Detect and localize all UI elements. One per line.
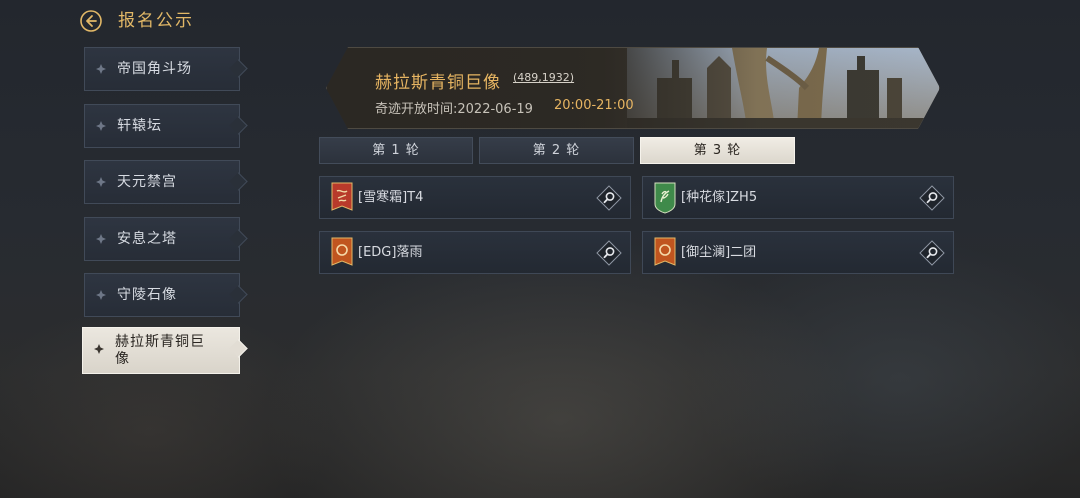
guild-card: [御尘澜]二团 bbox=[642, 231, 954, 274]
magnifier-icon[interactable] bbox=[919, 240, 945, 266]
guild-card: [EDG]落雨 bbox=[319, 231, 631, 274]
wonder-banner: 赫拉斯青铜巨像 (489,1932) 奇迹开放时间:2022-06-19 20:… bbox=[326, 47, 940, 129]
tab-round-2[interactable]: 第 2 轮 bbox=[479, 137, 634, 164]
sidebar-item-label: 安息之塔 bbox=[117, 231, 177, 247]
sidebar-item-tomb-statue[interactable]: 守陵石像 bbox=[84, 273, 240, 317]
orange-banner-icon bbox=[654, 237, 676, 266]
sidebar-item-tower-of-rest[interactable]: 安息之塔 bbox=[84, 217, 240, 261]
wonder-title: 赫拉斯青铜巨像 bbox=[375, 73, 501, 93]
guild-name: [御尘澜]二团 bbox=[681, 245, 757, 260]
sidebar-item-bronze-colossus[interactable]: 赫拉斯青铜巨像 bbox=[82, 327, 240, 374]
back-button[interactable] bbox=[79, 9, 103, 33]
sidebar-item-label: 天元禁宫 bbox=[117, 174, 177, 190]
sidebar-item-label: 守陵石像 bbox=[117, 287, 177, 303]
diamond-bullet-icon bbox=[94, 344, 104, 354]
sidebar-item-label: 轩辕坛 bbox=[117, 118, 162, 134]
diamond-bullet-icon bbox=[96, 121, 106, 131]
sidebar-item-xuanyuan-altar[interactable]: 轩辕坛 bbox=[84, 104, 240, 148]
sidebar-item-imperial-arena[interactable]: 帝国角斗场 bbox=[84, 47, 240, 91]
guild-name: [EDG]落雨 bbox=[358, 245, 423, 260]
diamond-bullet-icon bbox=[96, 64, 106, 74]
magnifier-icon[interactable] bbox=[919, 185, 945, 211]
sidebar-item-label: 赫拉斯青铜巨像 bbox=[115, 334, 205, 367]
magnifier-icon[interactable] bbox=[596, 185, 622, 211]
page-title: 报名公示 bbox=[118, 11, 194, 31]
diamond-bullet-icon bbox=[96, 177, 106, 187]
sidebar-item-label: 帝国角斗场 bbox=[117, 61, 192, 77]
wonder-coordinates-link[interactable]: (489,1932) bbox=[513, 71, 574, 84]
diamond-bullet-icon bbox=[96, 290, 106, 300]
open-time-label: 奇迹开放时间:2022-06-19 bbox=[375, 102, 533, 117]
magnifier-icon[interactable] bbox=[596, 240, 622, 266]
tab-round-3[interactable]: 第 3 轮 bbox=[640, 137, 795, 164]
guild-card: [种花傢]ZH5 bbox=[642, 176, 954, 219]
sidebar-item-tianyuan-palace[interactable]: 天元禁宫 bbox=[84, 160, 240, 204]
open-time-range: 20:00-21:00 bbox=[554, 98, 634, 113]
red-banner-icon bbox=[331, 182, 353, 211]
guild-name: [雪寒霜]T4 bbox=[358, 190, 424, 205]
green-banner-icon bbox=[654, 182, 676, 214]
tab-round-1[interactable]: 第 1 轮 bbox=[319, 137, 473, 164]
diamond-bullet-icon bbox=[96, 234, 106, 244]
guild-card: [雪寒霜]T4 bbox=[319, 176, 631, 219]
back-arrow-icon bbox=[80, 10, 102, 32]
guild-name: [种花傢]ZH5 bbox=[681, 190, 758, 205]
orange-banner-icon bbox=[331, 237, 353, 266]
